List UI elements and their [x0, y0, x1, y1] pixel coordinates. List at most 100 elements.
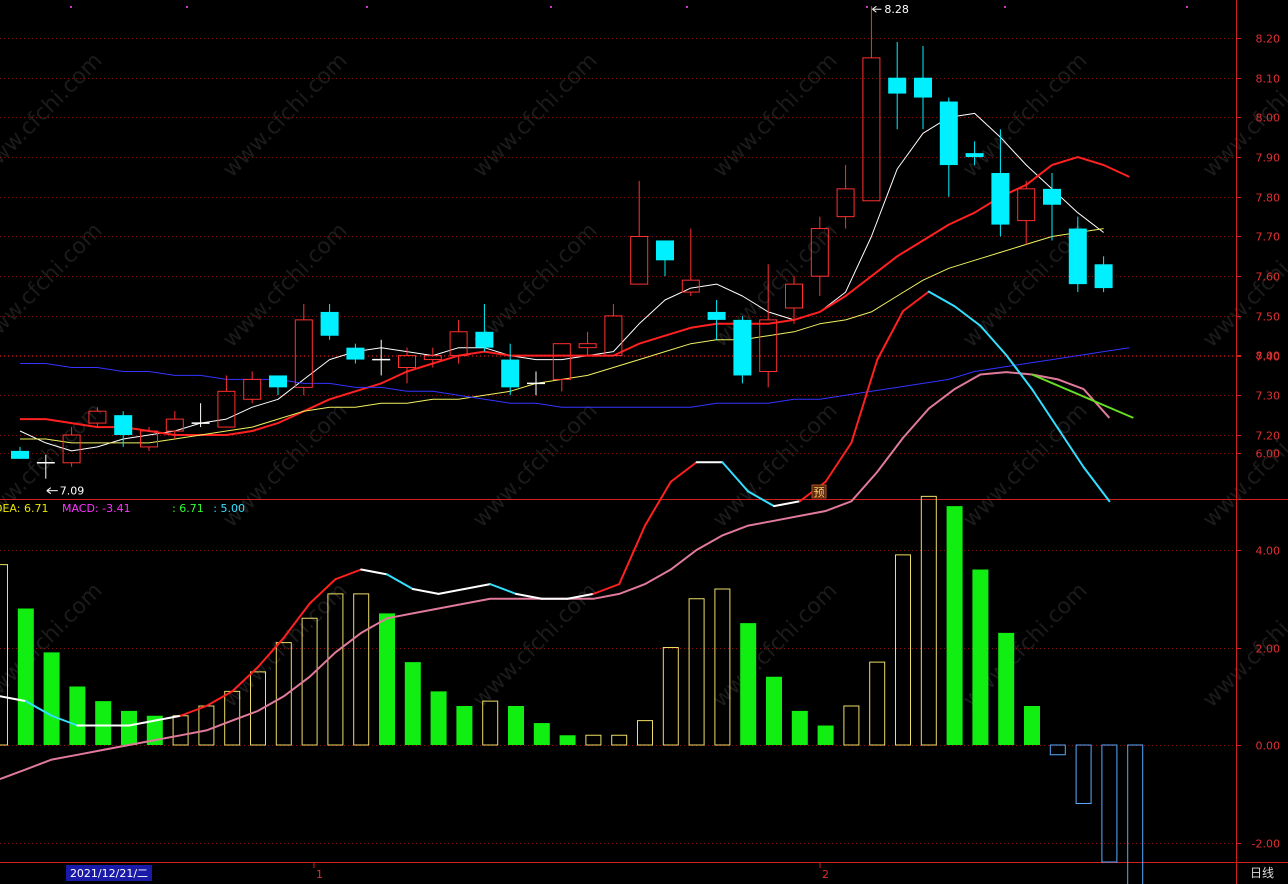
candle-body	[346, 347, 365, 360]
macd-bar	[946, 506, 963, 745]
candle	[372, 339, 391, 376]
macd-bar	[740, 623, 757, 745]
candle-body	[578, 343, 597, 349]
macd-bar	[198, 705, 215, 746]
watermark-text: www.cfchi.com	[218, 48, 352, 182]
candle-body	[11, 450, 29, 459]
top-marker	[70, 6, 72, 8]
macd-bar	[585, 734, 602, 746]
watermark-text: www.cfchi.com	[0, 48, 108, 182]
macd-bar	[69, 686, 86, 745]
candle-body	[114, 415, 133, 435]
month-label: 2	[822, 868, 829, 881]
price-tick-label: 8.10	[1256, 73, 1281, 86]
dif-line-segment	[876, 310, 904, 361]
macd-tick-label: 8.00	[1256, 350, 1281, 363]
macd-bar	[1049, 744, 1066, 756]
candle-body	[836, 188, 855, 218]
price-tick-label: 7.90	[1256, 152, 1281, 165]
macd-bar	[17, 608, 34, 745]
watermark-text: www.cfchi.com	[958, 48, 1092, 182]
top-marker	[186, 6, 188, 8]
candle-body	[475, 331, 494, 348]
candle-body	[1094, 264, 1113, 289]
candle	[914, 45, 932, 130]
macd-bar	[843, 705, 860, 746]
candle-body	[501, 359, 520, 388]
macd-tick-label: -2.00	[1252, 838, 1280, 851]
candle-body	[681, 279, 700, 293]
top-marker	[550, 6, 552, 8]
top-marker	[366, 6, 368, 8]
watermark-layer: www.cfchi.com www.cfchi.com www.cfchi.com w…	[0, 48, 1288, 712]
candle	[191, 403, 210, 428]
macd-bar	[662, 647, 679, 746]
top-marker	[686, 6, 688, 8]
price-tick-label: 8.20	[1256, 33, 1281, 46]
macd-bar	[172, 715, 189, 746]
candle-body	[1017, 188, 1036, 222]
dif-line-segment	[360, 568, 388, 576]
macd-bar	[611, 734, 628, 746]
date-highlight-label: 2021/12/21/二	[70, 867, 148, 880]
candle-body	[1068, 228, 1087, 285]
top-marker	[866, 6, 868, 8]
macd-bar	[972, 569, 989, 745]
macd-bar	[379, 613, 395, 745]
legend-dea: DEA: 6.71	[0, 502, 49, 515]
candle-body	[707, 311, 726, 320]
macd-bar	[1024, 706, 1040, 745]
candle	[501, 343, 520, 396]
macd-tick-label: 0.00	[1256, 740, 1281, 753]
dif-line-segment	[850, 358, 879, 444]
candle	[578, 331, 597, 356]
dif-line-segment	[1031, 388, 1059, 430]
top-marker	[1004, 6, 1006, 8]
price-tick-label: 7.50	[1256, 311, 1281, 324]
candle	[11, 446, 29, 459]
candle-body	[939, 101, 958, 166]
price-tick-label: 7.20	[1256, 430, 1281, 443]
dif-line-segment	[386, 573, 414, 590]
candle-body	[604, 315, 623, 357]
macd-bar	[895, 554, 911, 746]
candle	[527, 371, 545, 396]
candle	[269, 375, 287, 396]
candle-body	[759, 319, 778, 372]
candle	[114, 411, 133, 447]
candle	[656, 240, 674, 277]
candle-body	[733, 319, 752, 376]
candle	[630, 180, 649, 285]
candle	[939, 97, 958, 197]
macd-bar	[0, 564, 8, 746]
macd-bar	[404, 662, 421, 745]
legend-dif-value-2: : 5.00	[213, 502, 245, 515]
month-label: 1	[316, 868, 323, 881]
candle	[604, 303, 623, 357]
macd-bar	[95, 701, 112, 745]
candle-body	[552, 343, 571, 380]
dif-line-segment	[1082, 466, 1111, 503]
top-marker	[1186, 6, 1188, 8]
moving-average-line	[20, 156, 1130, 436]
watermark-text: www.cfchi.com	[708, 218, 842, 352]
macd-bar	[714, 588, 731, 746]
candle-body	[243, 378, 262, 400]
candle-body	[269, 375, 287, 388]
macd-bar	[353, 593, 370, 746]
watermark-text: www.cfchi.com	[0, 218, 108, 352]
candle	[552, 343, 571, 392]
candle-body	[398, 355, 416, 369]
macd-bar	[456, 706, 473, 745]
dif-line-segment	[411, 588, 440, 595]
candle-body	[449, 331, 468, 357]
candle-body	[991, 172, 1010, 225]
macd-lines	[0, 290, 1134, 781]
candle	[1094, 256, 1113, 293]
price-tick-label: 7.30	[1256, 390, 1281, 403]
candle-body	[656, 240, 674, 261]
price-tick-label: 7.60	[1256, 271, 1281, 284]
macd-bar	[1075, 744, 1092, 804]
dif-line-segment	[644, 480, 672, 527]
candle-body	[140, 430, 158, 448]
